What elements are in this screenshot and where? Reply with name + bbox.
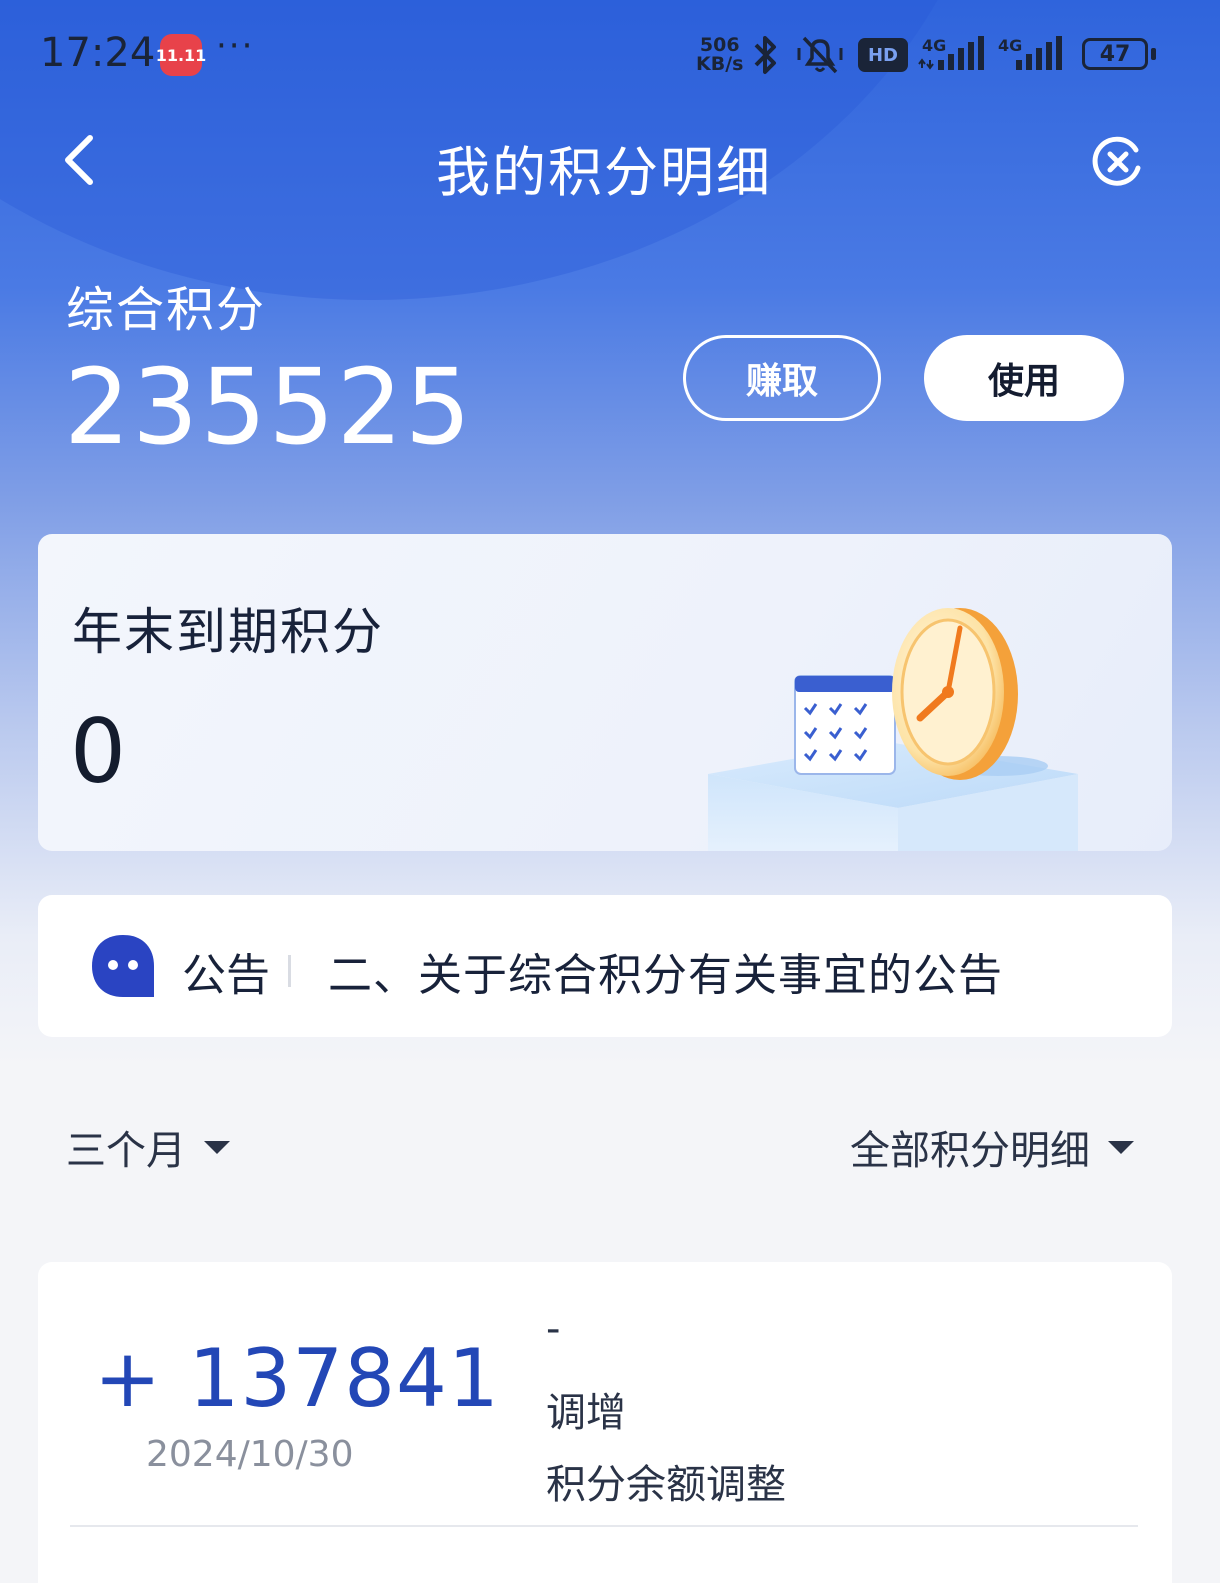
earn-points-button[interactable]: 赚取 xyxy=(683,335,881,421)
use-points-button[interactable]: 使用 xyxy=(924,335,1124,421)
record-divider xyxy=(70,1525,1138,1527)
expiring-points-value: 0 xyxy=(70,700,126,803)
battery-icon: 47 xyxy=(1082,38,1148,70)
chat-bubble-icon xyxy=(92,935,154,997)
signal-strength-1-icon xyxy=(918,36,984,70)
chevron-down-icon xyxy=(1108,1140,1134,1154)
battery-tip xyxy=(1151,48,1156,60)
chevron-down-icon xyxy=(204,1140,230,1154)
status-time: 17:24 xyxy=(40,30,156,76)
network-speed-unit: KB/s xyxy=(696,53,744,75)
type-filter-dropdown[interactable]: 全部积分明细 xyxy=(850,1118,1134,1176)
record-date: 2024/10/30 xyxy=(146,1434,354,1475)
close-icon[interactable] xyxy=(1090,134,1146,190)
hd-voice-icon: HD xyxy=(858,38,908,72)
expiring-points-card: 年末到期积分 0 xyxy=(38,534,1172,851)
record-amount: + 137841 xyxy=(94,1332,500,1425)
total-points-value: 235525 xyxy=(64,346,474,468)
announcement-text[interactable]: 二、关于综合积分有关事宜的公告 xyxy=(328,939,1003,1003)
announcement-tag: 公告 xyxy=(182,950,270,1001)
shopping-app-icon: 11.11 xyxy=(156,34,206,76)
network-speed: 506 KB/s xyxy=(696,36,743,74)
bluetooth-icon xyxy=(754,36,776,74)
period-filter-dropdown[interactable]: 三个月 xyxy=(66,1118,230,1176)
status-bar: 17:24 11.11 ··· 506 KB/s HD 4G 4G 47 xyxy=(0,0,1220,110)
expiring-points-label: 年末到期积分 xyxy=(72,603,384,661)
page-title: 我的积分明细 xyxy=(436,141,772,204)
more-notifications-icon: ··· xyxy=(216,26,255,66)
record-description: 积分余额调整 xyxy=(546,1462,786,1508)
points-record-list: + 137841 2024/10/30 - 调增 积分余额调整 xyxy=(38,1262,1172,1583)
mute-bell-icon xyxy=(797,36,843,74)
announcement-bar[interactable]: 公告 二、关于综合积分有关事宜的公告 xyxy=(38,895,1172,1037)
signal-strength-2-icon xyxy=(1016,36,1062,70)
announcement-divider xyxy=(288,955,291,987)
record-type: 调增 xyxy=(546,1390,626,1436)
record-source: - xyxy=(546,1306,561,1352)
total-points-label: 综合积分 xyxy=(66,282,267,338)
calendar-clock-illustration-icon xyxy=(708,608,1078,851)
period-filter-label: 三个月 xyxy=(66,1128,186,1174)
battery-level: 47 xyxy=(1099,41,1131,67)
type-filter-label: 全部积分明细 xyxy=(850,1128,1090,1174)
